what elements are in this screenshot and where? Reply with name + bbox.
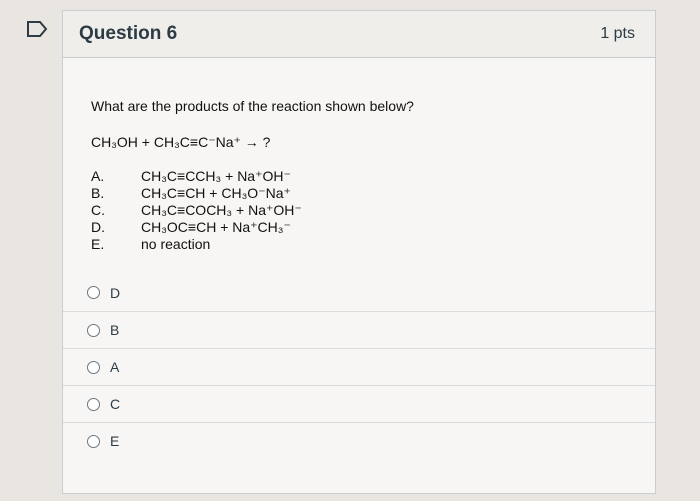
radio-button[interactable] <box>87 286 100 299</box>
answer-label: A <box>110 359 120 375</box>
question-prompt: What are the products of the reaction sh… <box>91 98 414 114</box>
question-title: Question 6 <box>79 23 178 44</box>
answer-label: B <box>110 322 120 338</box>
choice-list: A. CH₃C≡CCH₃ + Na⁺OH⁻ B. CH₃C≡CH + CH₃O⁻… <box>91 168 302 253</box>
answer-option-b[interactable]: B <box>63 311 655 348</box>
choice-letter: B. <box>91 185 105 201</box>
radio-button[interactable] <box>87 323 100 337</box>
choice-row: D. CH₃OC≡CH + Na⁺CH₃⁻ <box>91 219 302 236</box>
choice-text: CH₃C≡CH + CH₃O⁻Na⁺ <box>141 185 291 201</box>
answer-option-e[interactable]: E <box>63 422 655 459</box>
choice-row: B. CH₃C≡CH + CH₃O⁻Na⁺ <box>91 185 302 202</box>
choice-row: A. CH₃C≡CCH₃ + Na⁺OH⁻ <box>91 168 302 185</box>
answer-label: E <box>110 433 120 449</box>
answer-options: D B A C E <box>63 274 655 459</box>
question-card: Question 6 1 pts What are the products o… <box>62 10 656 494</box>
reaction-equation: CH₃OH + CH₃C≡C⁻Na⁺ → ? <box>91 134 271 150</box>
answer-option-d[interactable]: D <box>63 274 655 311</box>
choice-text: CH₃C≡CCH₃ + Na⁺OH⁻ <box>141 168 291 184</box>
question-points: 1 pts <box>600 25 635 42</box>
choice-letter: A. <box>91 168 105 184</box>
choice-letter: C. <box>91 202 105 218</box>
choice-text: CH₃OC≡CH + Na⁺CH₃⁻ <box>141 219 291 235</box>
choice-letter: D. <box>91 219 105 235</box>
choice-row: C. CH₃C≡COCH₃ + Na⁺OH⁻ <box>91 202 302 219</box>
question-header: Question 6 1 pts <box>63 11 655 58</box>
choice-row: E. no reaction <box>91 236 302 253</box>
choice-text: no reaction <box>141 236 211 252</box>
choice-letter: E. <box>91 236 105 252</box>
answer-option-c[interactable]: C <box>63 385 655 422</box>
flag-question-icon[interactable] <box>26 20 48 38</box>
choice-text: CH₃C≡COCH₃ + Na⁺OH⁻ <box>141 202 302 218</box>
radio-button[interactable] <box>87 360 100 374</box>
answer-option-a[interactable]: A <box>63 348 655 385</box>
answer-label: C <box>110 396 121 412</box>
radio-button[interactable] <box>87 434 100 448</box>
answer-label: D <box>110 284 121 301</box>
radio-button[interactable] <box>87 397 100 411</box>
